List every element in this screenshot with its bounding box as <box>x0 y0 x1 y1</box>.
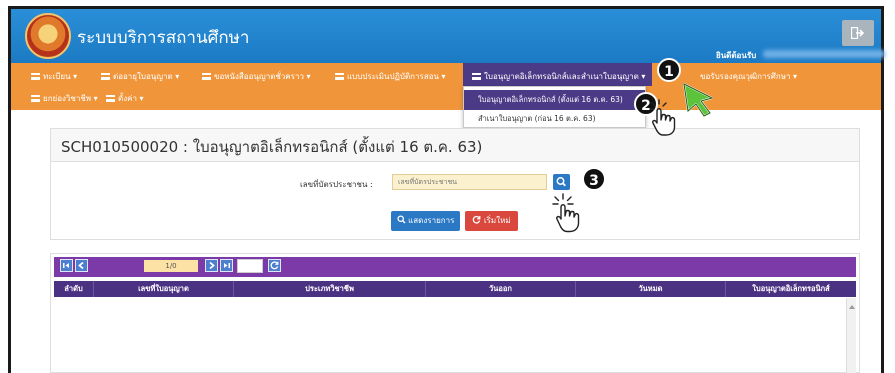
column-header-license-no[interactable]: เลขที่ใบอนุญาต <box>94 281 234 297</box>
page-title: SCH010500020 : ใบอนุญาตอิเล็กทรอนิกส์ (ต… <box>61 138 483 156</box>
frame-border-right <box>881 6 884 373</box>
logout-icon <box>850 26 865 40</box>
pager-prev-button[interactable] <box>75 259 88 272</box>
table-scrollbar[interactable] <box>846 298 856 373</box>
menu-item-honor[interactable]: ยกย่องวิชาชีพ ▾ <box>31 92 98 105</box>
logout-button[interactable] <box>842 20 874 46</box>
menu-label: ใบอนุญาตอิเล็กทรอนิกส์และสำเนาใบอนุญาต <box>484 72 639 81</box>
menu-list-icon <box>106 95 115 102</box>
table-pager: 1/0 <box>54 257 856 277</box>
e-license-dropdown: ใบอนุญาตอิเล็กทรอนิกส์ (ตั้งแต่ 16 ต.ค. … <box>463 86 646 128</box>
menu-list-icon <box>101 73 110 80</box>
menu-item-teaching-assessment[interactable]: แบบประเมินปฏิบัติการสอน ▾ <box>335 70 446 83</box>
prev-page-icon <box>78 261 84 270</box>
id-card-input[interactable] <box>392 174 547 190</box>
menu-label: ทะเบียน <box>43 72 71 81</box>
next-page-icon <box>209 261 215 270</box>
step-badge-1: 1 <box>657 58 681 82</box>
page-title-panel: SCH010500020 : ใบอนุญาตอิเล็กทรอนิกส์ (ต… <box>50 128 860 162</box>
screenshot-frame: ระบบบริการสถานศึกษา ยินดีต้อนรับ ทะเบียน… <box>0 0 895 373</box>
column-header-profession[interactable]: ประเภทวิชาชีพ <box>234 281 426 297</box>
menu-label: แบบประเมินปฏิบัติการสอน <box>347 72 439 81</box>
menu-list-icon <box>472 73 481 80</box>
dropdown-item-e-license[interactable]: ใบอนุญาตอิเล็กทรอนิกส์ (ตั้งแต่ 16 ต.ค. … <box>464 90 645 110</box>
column-header-expiry-date[interactable]: วันหมด <box>576 281 726 297</box>
column-header-e-license[interactable]: ใบอนุญาตอิเล็กทรอนิกส์ <box>726 281 856 297</box>
app-header: ระบบบริการสถานศึกษา ยินดีต้อนรับ <box>11 9 885 63</box>
search-button[interactable] <box>553 174 570 190</box>
last-page-icon <box>224 263 230 268</box>
refresh-icon <box>473 215 481 224</box>
menu-item-e-license[interactable]: ใบอนุญาตอิเล็กทรอนิกส์และสำเนาใบอนุญาต ▾ <box>472 70 645 83</box>
reset-label: เริ่มใหม่ <box>483 216 511 225</box>
menu-label: ต่ออายุใบอนุญาต <box>113 72 173 81</box>
menu-label: ตั้งค่า <box>118 94 137 103</box>
app-title: ระบบบริการสถานศึกษา <box>77 28 250 48</box>
first-page-icon <box>63 263 69 268</box>
refresh-icon <box>270 261 279 270</box>
school-logo <box>25 13 71 59</box>
menu-item-settings[interactable]: ตั้งค่า ▾ <box>106 92 144 105</box>
menu-list-icon <box>31 95 40 102</box>
pager-page-input[interactable] <box>237 259 263 273</box>
id-card-label: เลขที่บัตรประชาชน : <box>300 180 373 189</box>
search-icon <box>556 177 566 187</box>
pager-last-button[interactable] <box>220 259 233 272</box>
blurred-username <box>763 50 885 58</box>
menu-item-renew-license[interactable]: ต่ออายุใบอนุญาต ▾ <box>101 70 179 83</box>
pager-go-button[interactable] <box>268 259 281 272</box>
menu-list-icon <box>202 73 211 80</box>
welcome-text: ยินดีต้อนรับ <box>716 51 757 60</box>
pager-next-button[interactable] <box>205 259 218 272</box>
show-list-label: แสดงรายการ <box>408 216 455 225</box>
scroll-up-arrow-icon[interactable] <box>849 305 855 309</box>
column-header-issue-date[interactable]: วันออก <box>426 281 576 297</box>
dropdown-item-license-copy[interactable]: สำเนาใบอนุญาต (ก่อน 16 ต.ค. 63) <box>464 109 645 129</box>
reset-button[interactable]: เริ่มใหม่ <box>465 211 518 231</box>
menu-item-temporary-permit[interactable]: ขอหนังสืออนุญาตชั่วคราว ▾ <box>202 70 311 83</box>
column-header-order[interactable]: ลำดับ <box>54 281 94 297</box>
pager-first-button[interactable] <box>60 259 73 272</box>
pager-info: 1/0 <box>144 260 198 272</box>
search-icon <box>397 215 406 224</box>
menu-label: ขอหนังสืออนุญาตชั่วคราว <box>214 72 304 81</box>
menu-list-icon <box>31 73 40 80</box>
menu-item-registration[interactable]: ทะเบียน ▾ <box>31 70 77 83</box>
step-badge-3: 3 <box>582 167 606 191</box>
arrow-pointer-icon <box>683 83 714 117</box>
hand-pointer-icon <box>649 99 676 136</box>
show-list-button[interactable]: แสดงรายการ <box>391 211 460 231</box>
hand-pointer-icon <box>552 193 580 233</box>
table-header-row: ลำดับ เลขที่ใบอนุญาต ประเภทวิชาชีพ วันออ… <box>54 281 856 297</box>
menu-label: ยกย่องวิชาชีพ <box>43 94 92 103</box>
menu-list-icon <box>335 73 344 80</box>
